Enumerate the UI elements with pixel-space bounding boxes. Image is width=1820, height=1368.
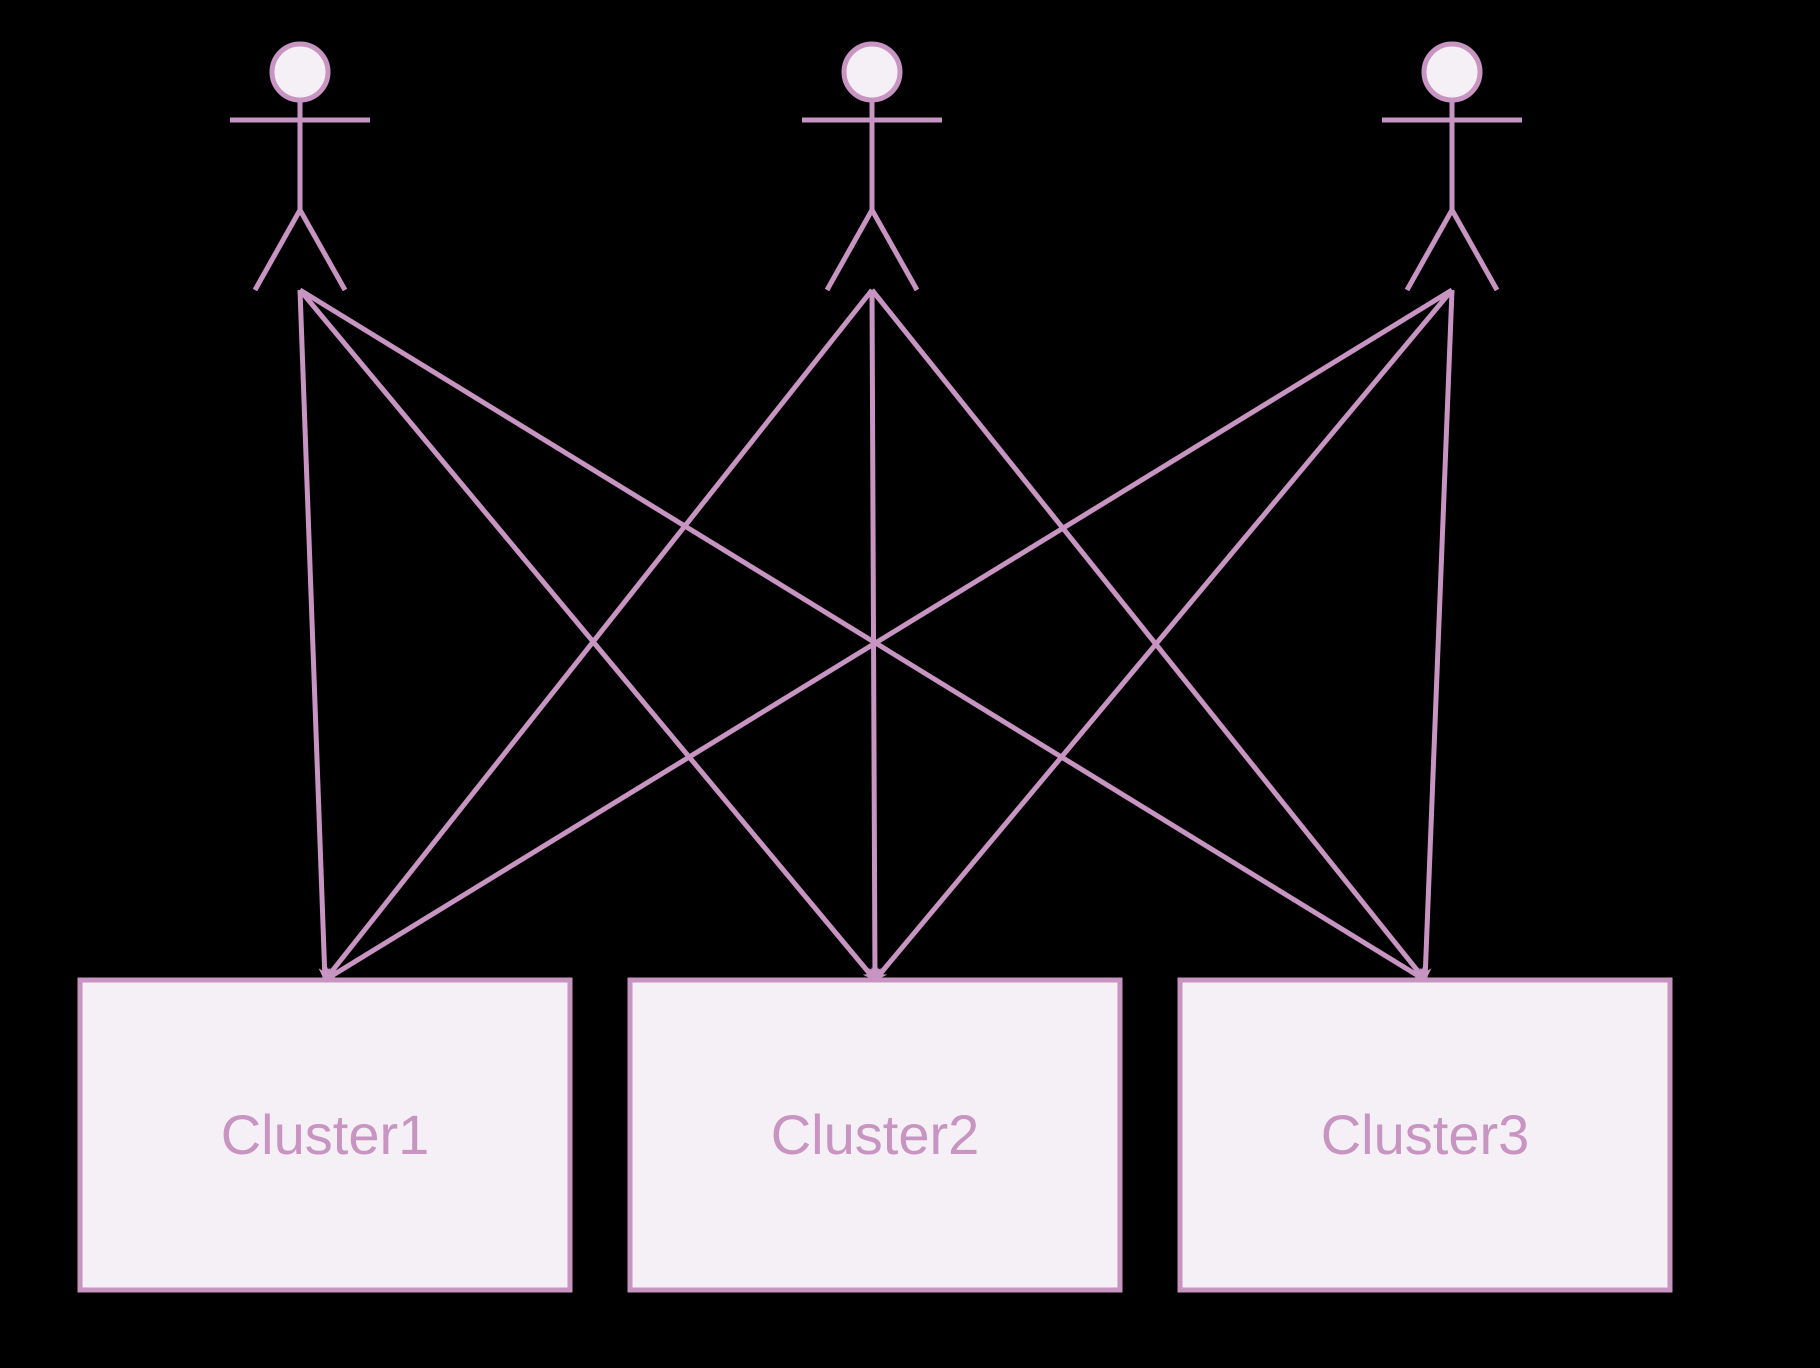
actor-icon: [1382, 44, 1522, 290]
cluster-box: Cluster2: [630, 980, 1120, 1290]
cluster-label: Cluster1: [221, 1103, 430, 1166]
cluster-box: Cluster1: [80, 980, 570, 1290]
connection-arrow: [325, 290, 1452, 980]
connection-arrow: [875, 290, 1452, 980]
architecture-diagram: Cluster1 Cluster2 Cluster3: [0, 0, 1820, 1368]
cluster-label: Cluster2: [771, 1103, 980, 1166]
actor-icon: [230, 44, 370, 290]
connection-arrow: [1425, 290, 1452, 980]
connection-arrow: [872, 290, 875, 980]
connections-layer: [300, 290, 1452, 980]
connection-arrow: [872, 290, 1425, 980]
actor-icon: [802, 44, 942, 290]
connection-arrow: [300, 290, 325, 980]
clusters-layer: Cluster1 Cluster2 Cluster3: [80, 980, 1670, 1290]
connection-arrow: [300, 290, 1425, 980]
cluster-box: Cluster3: [1180, 980, 1670, 1290]
cluster-label: Cluster3: [1321, 1103, 1530, 1166]
actors-layer: [230, 44, 1522, 290]
